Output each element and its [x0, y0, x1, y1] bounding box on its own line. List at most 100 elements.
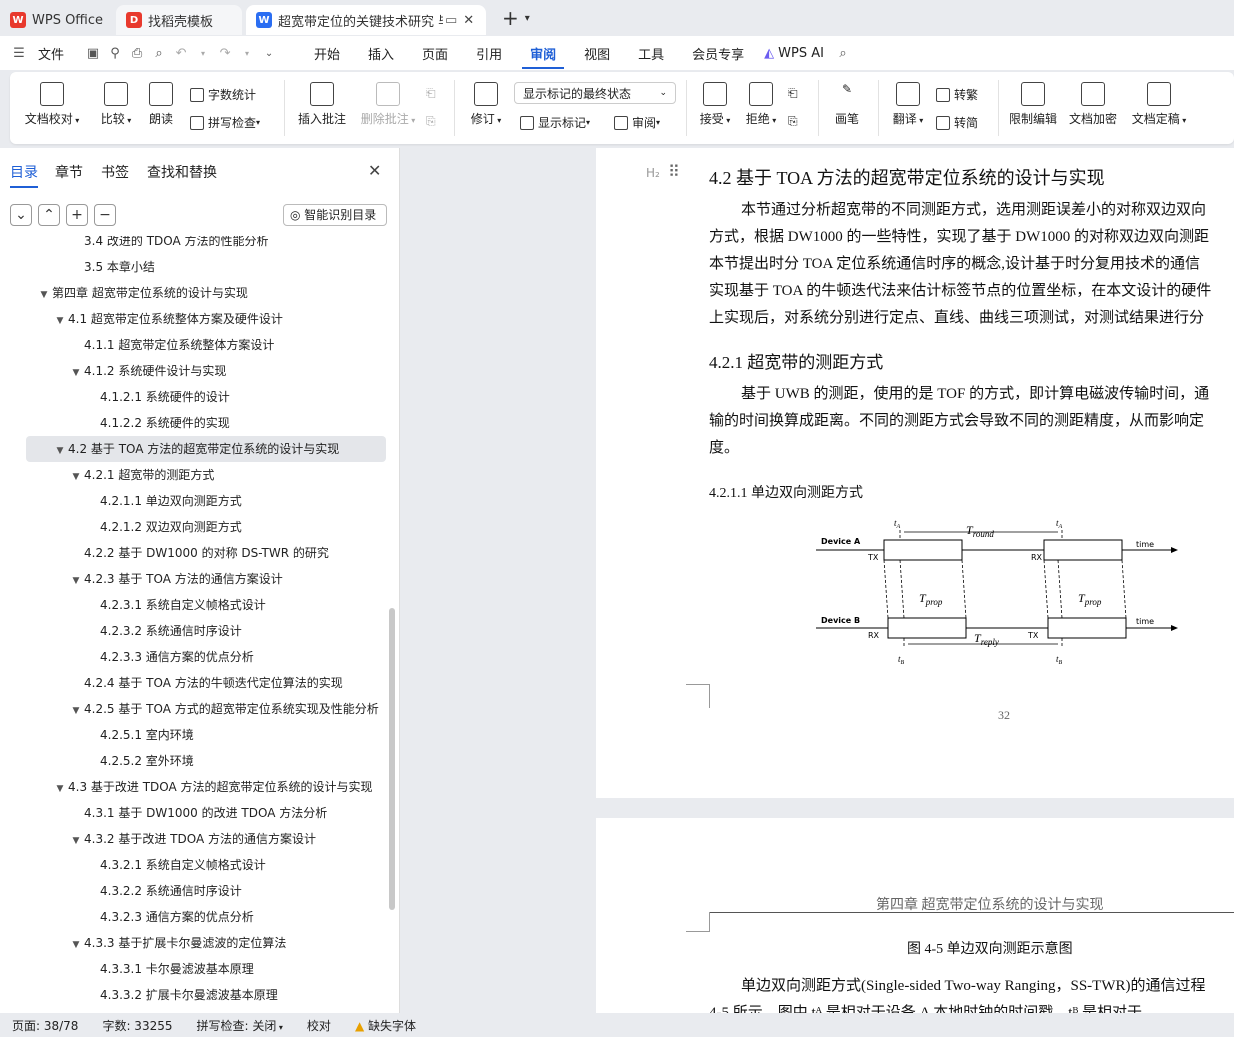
accept-button[interactable]: 接受 ▾: [696, 82, 734, 127]
page-count[interactable]: 页面: 38/78: [0, 1017, 90, 1034]
missing-font-button[interactable]: ▲ 缺失字体: [343, 1017, 428, 1034]
close-tab-icon[interactable]: ✕: [463, 13, 474, 28]
redo-icon[interactable]: ↷: [214, 46, 236, 61]
panel-tab-chapters[interactable]: 章节: [55, 162, 83, 182]
read-aloud-button[interactable]: 朗读: [146, 82, 176, 127]
new-tab-icon[interactable]: +: [502, 6, 519, 30]
undo-dropdown-icon[interactable]: ▾: [192, 49, 214, 58]
expand-triangle-icon[interactable]: ▼: [68, 360, 84, 386]
print-preview-icon[interactable]: ⌕: [148, 46, 170, 61]
toc-item[interactable]: ▼ 4.2.3 基于 TOA 方法的通信方案设计: [26, 566, 386, 592]
toc-item[interactable]: 3.4 改进的 TDOA 方法的性能分析: [26, 236, 386, 254]
show-markup-button[interactable]: 显示标记 ▾: [520, 114, 590, 131]
to-simplified-button[interactable]: 转简: [936, 114, 978, 131]
menu-page[interactable]: 页面: [414, 44, 456, 63]
panel-tab-toc[interactable]: 目录: [10, 162, 38, 188]
compare-button[interactable]: 比较 ▾: [94, 82, 138, 127]
menu-home[interactable]: 开始: [306, 44, 348, 63]
toc-item[interactable]: 4.3.3.2 扩展卡尔曼滤波基本原理: [26, 982, 386, 1008]
word-count-button[interactable]: 字数统计: [190, 86, 256, 103]
toc-item[interactable]: 4.3.2.2 系统通信时序设计: [26, 878, 386, 904]
expand-triangle-icon[interactable]: ▼: [52, 776, 68, 802]
toc-item[interactable]: 4.1.2.1 系统硬件的设计: [26, 384, 386, 410]
doc-check-button[interactable]: 文档校对 ▾: [24, 82, 80, 127]
next-change-icon[interactable]: ⎘: [788, 114, 798, 129]
expand-triangle-icon[interactable]: ▼: [68, 932, 84, 958]
menu-insert[interactable]: 插入: [360, 44, 402, 63]
markup-state-select[interactable]: 显示标记的最终状态 ⌄: [514, 82, 676, 104]
toc-item[interactable]: 4.2.3.3 通信方案的优点分析: [26, 644, 386, 670]
toc-item[interactable]: 3.5 本章小结: [26, 254, 386, 280]
toc-item[interactable]: ▼ 4.3.3 基于扩展卡尔曼滤波的定位算法: [26, 930, 386, 956]
menu-references[interactable]: 引用: [468, 44, 510, 63]
spell-check-button[interactable]: 拼写检查 ▾: [190, 114, 260, 131]
toc-item[interactable]: ▼ 4.3.2 基于改进 TDOA 方法的通信方案设计: [26, 826, 386, 852]
menu-file[interactable]: 文件: [30, 44, 72, 63]
expand-triangle-icon[interactable]: ▼: [52, 438, 68, 464]
toc-item[interactable]: 4.1.1 超宽带定位系统整体方案设计: [26, 332, 386, 358]
toc-item[interactable]: ▼ 4.2.1 超宽带的测距方式: [26, 462, 386, 488]
encrypt-button[interactable]: 文档加密: [1068, 82, 1118, 127]
finalize-button[interactable]: 文档定稿 ▾: [1128, 82, 1190, 127]
redo-dropdown-icon[interactable]: ▾: [236, 49, 258, 58]
toc-item[interactable]: 4.2.5.2 室外环境: [26, 748, 386, 774]
heading-level-marker[interactable]: H₂: [646, 166, 660, 180]
toc-item[interactable]: 4.2.3.1 系统自定义帧格式设计: [26, 592, 386, 618]
toc-item[interactable]: 4.3.1 基于 DW1000 的改进 TDOA 方法分析: [26, 800, 386, 826]
expand-triangle-icon[interactable]: ▼: [68, 698, 84, 724]
expand-triangle-icon[interactable]: ▼: [36, 282, 52, 308]
menu-review[interactable]: 审阅: [522, 44, 565, 69]
toc-item[interactable]: ▼ 4.3 基于改进 TDOA 方法的超宽带定位系统的设计与实现: [26, 774, 386, 800]
panel-tab-bookmarks[interactable]: 书签: [101, 162, 129, 182]
prev-change-icon[interactable]: ⎗: [788, 86, 798, 101]
pen-button[interactable]: ✎ 画笔: [830, 82, 864, 127]
expand-triangle-icon[interactable]: ▼: [52, 308, 68, 334]
toc-item[interactable]: ▼ 4.1 超宽带定位系统整体方案及硬件设计: [26, 306, 386, 332]
print-icon[interactable]: ⎙: [126, 46, 148, 61]
menu-view[interactable]: 视图: [576, 44, 618, 63]
menu-wps-ai[interactable]: WPS AI: [774, 46, 832, 61]
hamburger-icon[interactable]: ☰: [8, 46, 30, 61]
reject-button[interactable]: 拒绝 ▾: [742, 82, 780, 127]
spell-check-status[interactable]: 拼写检查: 关闭 ▾: [185, 1017, 295, 1034]
collapse-up-button[interactable]: ⌃: [38, 204, 60, 226]
toc-item[interactable]: 4.3.2.3 通信方案的优点分析: [26, 904, 386, 930]
menu-membership[interactable]: 会员专享: [684, 44, 752, 63]
toc-item[interactable]: 4.2.4 基于 TOA 方法的牛顿迭代定位算法的实现: [26, 670, 386, 696]
toc-item[interactable]: ▼ 4.1.2 系统硬件设计与实现: [26, 358, 386, 384]
toc-item[interactable]: ▼ 4.2.5 基于 TOA 方式的超宽带定位系统实现及性能分析: [26, 696, 386, 722]
collapse-down-button[interactable]: ⌄: [10, 204, 32, 226]
undo-icon[interactable]: ↶: [170, 46, 192, 61]
toc-item[interactable]: 4.2.5.1 室内环境: [26, 722, 386, 748]
screen-icon[interactable]: ▭: [445, 13, 457, 28]
toc-item[interactable]: 4.3.2.1 系统自定义帧格式设计: [26, 852, 386, 878]
smart-toc-button[interactable]: ◎ 智能识别目录: [283, 204, 387, 226]
link-icon[interactable]: ⚲: [104, 46, 126, 61]
tab-document[interactable]: W 超宽带定位的关键技术研究 毕 ▭ ✕: [246, 5, 486, 35]
expand-triangle-icon[interactable]: ▼: [68, 464, 84, 490]
close-panel-icon[interactable]: ✕: [368, 161, 381, 180]
menu-tools[interactable]: 工具: [630, 44, 672, 63]
tab-template[interactable]: D 找稻壳模板: [116, 5, 242, 35]
toc-scrollbar[interactable]: [389, 608, 395, 910]
translate-button[interactable]: 翻译 ▾: [888, 82, 928, 127]
delete-comment-button[interactable]: 删除批注 ▾: [356, 82, 420, 127]
expand-triangle-icon[interactable]: ▼: [68, 568, 84, 594]
search-icon[interactable]: ⌕: [832, 46, 854, 61]
save-icon[interactable]: ▣: [82, 46, 104, 61]
track-changes-button[interactable]: 修订 ▾: [466, 82, 506, 127]
insert-comment-button[interactable]: 插入批注: [296, 82, 348, 127]
toc-item[interactable]: 4.2.2 基于 DW1000 的对称 DS-TWR 的研究: [26, 540, 386, 566]
expand-triangle-icon[interactable]: ▼: [68, 828, 84, 854]
chevron-down-icon[interactable]: ▾: [525, 13, 530, 24]
next-comment-icon[interactable]: ⎘: [426, 114, 436, 129]
prev-comment-icon[interactable]: ⎗: [426, 86, 436, 101]
toc-item[interactable]: ▼ 4.2 基于 TOA 方法的超宽带定位系统的设计与实现: [26, 436, 386, 462]
drag-handle-icon[interactable]: ⠿: [668, 162, 680, 181]
more-chevron-icon[interactable]: ⌄: [258, 48, 280, 59]
toc-item[interactable]: ▼ 第四章 超宽带定位系统的设计与实现: [26, 280, 386, 306]
toc-item[interactable]: 4.3.3.1 卡尔曼滤波基本原理: [26, 956, 386, 982]
restrict-edit-button[interactable]: 限制编辑: [1008, 82, 1058, 127]
toc-item[interactable]: 4.1.2.2 系统硬件的实现: [26, 410, 386, 436]
add-heading-button[interactable]: +: [66, 204, 88, 226]
